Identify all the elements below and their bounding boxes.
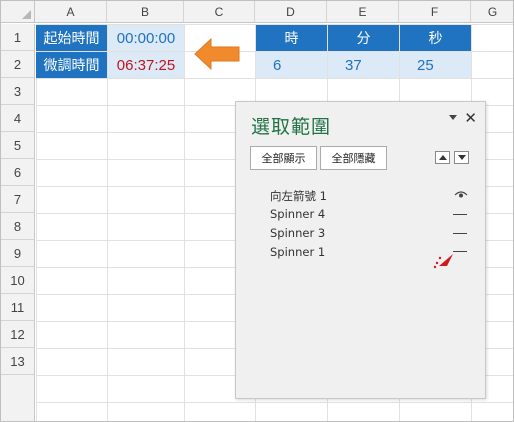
cell-a1[interactable]: 起始時間	[36, 25, 107, 51]
cell-b1[interactable]: 00:00:00	[108, 25, 184, 51]
column-header-d[interactable]: D	[255, 1, 327, 23]
pane-options-chevron-icon[interactable]	[449, 115, 457, 120]
hide-all-button[interactable]: 全部隱藏	[320, 146, 387, 170]
row-header-8[interactable]: 8	[1, 213, 35, 240]
object-item-spinner-3[interactable]: Spinner 3	[270, 226, 325, 240]
row-header-3[interactable]: 3	[1, 78, 35, 105]
select-all-corner[interactable]	[1, 1, 35, 23]
arrow-down-icon	[458, 155, 466, 160]
bring-forward-button[interactable]	[435, 151, 450, 164]
left-arrow-shape[interactable]	[193, 37, 241, 71]
row-header-13[interactable]: 13	[1, 348, 35, 375]
row-header-4[interactable]: 4	[1, 105, 35, 132]
cell-f2[interactable]: 25	[400, 52, 471, 78]
cell-d2[interactable]: 6	[256, 52, 327, 78]
row-header-11[interactable]: 11	[1, 294, 35, 321]
eye-icon[interactable]	[454, 190, 468, 199]
grid-line	[107, 24, 108, 421]
column-header-e[interactable]: E	[327, 1, 399, 23]
row-header-14[interactable]	[1, 375, 35, 421]
row-header-6[interactable]: 6	[1, 159, 35, 186]
show-all-button[interactable]: 全部顯示	[250, 146, 317, 170]
cell-f1[interactable]: 秒	[400, 25, 471, 51]
close-icon[interactable]: ✕	[464, 109, 477, 127]
column-header-f[interactable]: F	[399, 1, 471, 23]
row-header-12[interactable]: 12	[1, 321, 35, 348]
object-item-spinner-4[interactable]: Spinner 4	[270, 207, 325, 221]
column-header-g[interactable]: G	[471, 1, 513, 23]
hidden-dash-icon[interactable]	[453, 233, 467, 234]
select-all-triangle-icon	[22, 10, 31, 19]
row-header-5[interactable]: 5	[1, 132, 35, 159]
click-cursor-icon	[433, 254, 453, 269]
arrow-up-icon	[439, 155, 447, 160]
grid-line	[184, 24, 185, 421]
column-header-a[interactable]: A	[35, 1, 107, 23]
row-header-10[interactable]: 10	[1, 267, 35, 294]
row-header-7[interactable]: 7	[1, 186, 35, 213]
hidden-dash-icon[interactable]	[453, 214, 467, 215]
cell-e1[interactable]: 分	[328, 25, 399, 51]
cell-d1[interactable]: 時	[256, 25, 327, 51]
object-item-spinner-1[interactable]: Spinner 1	[270, 245, 325, 259]
row-header-1[interactable]: 1	[1, 24, 35, 51]
cell-e2[interactable]: 37	[328, 52, 399, 78]
row-header-2[interactable]: 2	[1, 51, 35, 78]
send-backward-button[interactable]	[454, 151, 469, 164]
spreadsheet-window: A B C D E F G 1 2 3 4 5 6 7 8 9 10 11 12…	[0, 0, 514, 422]
row-header-9[interactable]: 9	[1, 240, 35, 267]
cell-a2[interactable]: 微調時間	[36, 52, 107, 78]
cell-b2[interactable]: 06:37:25	[108, 52, 184, 78]
pane-title: 選取範圍	[251, 116, 332, 138]
object-item-arrow[interactable]: 向左箭號 1	[270, 188, 327, 204]
column-header-c[interactable]: C	[184, 1, 255, 23]
column-header-b[interactable]: B	[107, 1, 184, 23]
